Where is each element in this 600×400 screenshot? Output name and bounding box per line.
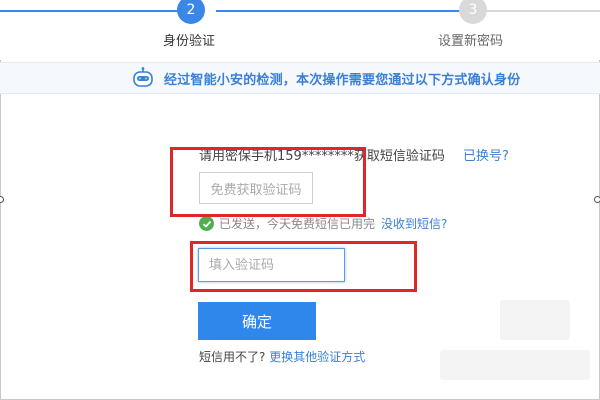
watermark-blur: [440, 350, 590, 380]
annotation-box: [190, 241, 417, 292]
step-number-current: 2: [177, 0, 205, 24]
resize-handle[interactable]: [594, 196, 600, 203]
other-methods-link[interactable]: 更换其他验证方式: [269, 350, 365, 364]
alternate-method-line: 短信用不了? 更换其他验证方式: [199, 348, 365, 365]
step-progress-line: [0, 10, 180, 12]
robot-icon: [133, 67, 153, 87]
step-label-identity: 身份验证: [163, 34, 216, 49]
progress-stepper: 2 3 身份验证 设置新密码: [0, 0, 600, 60]
confirm-button[interactable]: 确定: [198, 302, 316, 340]
watermark-blur: [500, 300, 570, 340]
step-remaining-line: [485, 10, 600, 12]
changed-number-link[interactable]: 已换号?: [463, 149, 509, 164]
notice-text: 经过智能小安的检测，本次操作需要您通过以下方式确认身份: [164, 73, 521, 88]
annotation-box: [170, 147, 366, 217]
step-label-new-password: 设置新密码: [438, 34, 504, 49]
check-icon: [199, 216, 214, 231]
not-received-link[interactable]: 没收到短信?: [381, 215, 447, 232]
sms-unavailable-text: 短信用不了?: [199, 350, 266, 364]
verification-notice: 经过智能小安的检测，本次操作需要您通过以下方式确认身份: [0, 62, 600, 94]
step-progress-line: [216, 10, 461, 12]
sms-sent-status: 已发送，今天免费短信已用完 没收到短信?: [199, 215, 447, 232]
step-number-next: 3: [459, 0, 487, 24]
sent-status-text: 已发送，今天免费短信已用完: [219, 217, 376, 231]
